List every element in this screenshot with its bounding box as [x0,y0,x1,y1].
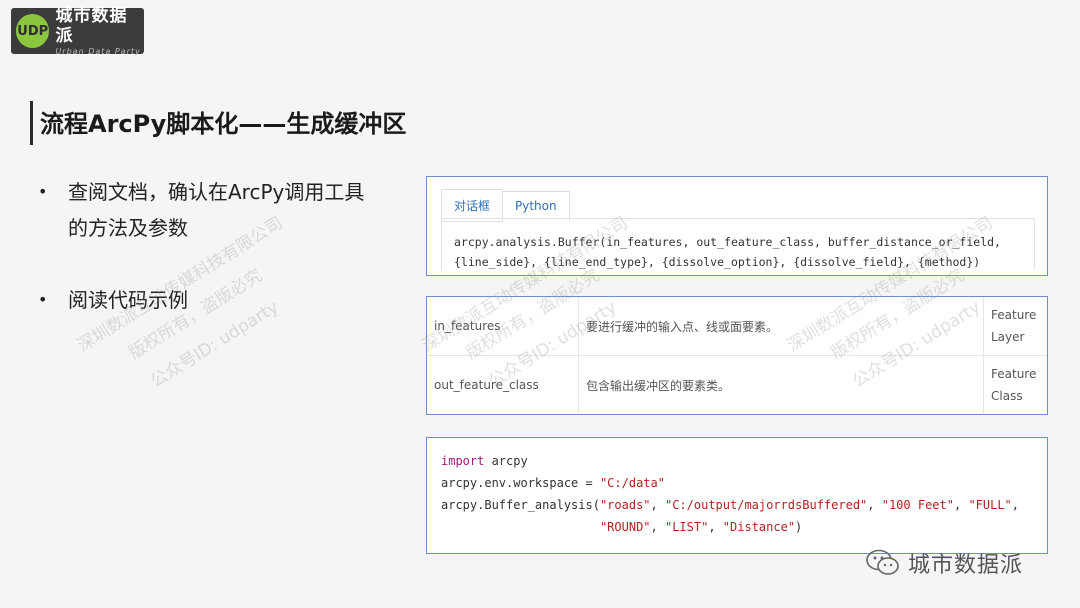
bullet-text-line: 查阅文档，确认在ArcPy调用工具 [68,180,365,204]
wechat-icon [866,549,900,577]
code-sample-panel: import arcpy arcpy.env.workspace = "C:/d… [426,437,1048,554]
code-string: "100 Feet" [881,498,954,512]
logo-name-en: Urban Data Party [55,46,141,56]
code-sep: , [1011,498,1027,512]
table-row: in_features 要进行缓冲的输入点、线或面要素。 Feature Laye… [427,297,1047,356]
code-string: "roads" [599,498,651,512]
logo-text: 城市数据派 Urban Data Party [55,6,144,57]
udp-logo: UDP 城市数据派 Urban Data Party [11,6,144,57]
tab-python[interactable]: Python [502,191,570,221]
bullet-text-line: 的方法及参数 [68,216,188,240]
bullet-item-docs: • 查阅文档，确认在ArcPy调用工具 的方法及参数 [38,174,364,246]
bullet-dot: • [38,290,48,309]
code-string: "C:/output/majorrdsBuffered" [664,498,868,512]
code-keyword: import [441,454,485,468]
signature-line: {line_side}, {line_end_type}, {dissolve_… [454,255,981,269]
syntax-signature: arcpy.analysis.Buffer(in_features, out_f… [441,218,1035,270]
param-description: 要进行缓冲的输入点、线或面要素。 [579,297,984,355]
code-sep: , [867,498,882,512]
code-string: "LIST" [664,520,709,534]
footer-text: 城市数据派 [908,553,1024,578]
bullet-item-code: • 阅读代码示例 [38,282,188,318]
param-name: in_features [427,297,579,355]
param-type: Feature Class [984,356,1047,414]
code-string: "ROUND" [599,520,651,534]
slide-title: 流程ArcPy脚本化——生成缓冲区 [40,110,407,138]
code-string: "FULL" [968,498,1012,512]
code-sep: , [708,520,723,534]
code-sep: , [953,498,969,512]
param-type-line: Class [991,389,1023,403]
signature-line: arcpy.analysis.Buffer(in_features, out_f… [454,235,1001,249]
code-text: arcpy.Buffer_analysis( [441,498,600,512]
doc-syntax-panel: 对话框 Python arcpy.analysis.Buffer(in_featu… [426,176,1048,276]
bullet-dot: • [38,182,48,201]
bullet-text-line: 阅读代码示例 [68,288,188,312]
code-sep: , [650,498,665,512]
code-text: arcpy.env.workspace = [441,476,600,490]
parameter-table: in_features 要进行缓冲的输入点、线或面要素。 Feature Laye… [426,296,1048,415]
code-string: "Distance" [722,520,796,534]
footer-signature: 城市数据派 [866,547,1023,579]
code-close: ) [795,520,803,534]
logo-name-cn: 城市数据派 [55,5,128,46]
param-type-line: Feature [991,308,1037,322]
param-type-line: Layer [991,330,1025,344]
logo-mark: UDP [16,14,50,48]
param-name: out_feature_class [427,356,579,414]
code-text: arcpy [484,454,528,468]
doc-tabs: 对话框 Python [441,189,570,222]
param-type-line: Feature [991,367,1037,381]
param-type: Feature Layer [984,297,1047,355]
code-string: "C:/data" [599,476,665,490]
code-sep: , [650,520,665,534]
param-description: 包含输出缓冲区的要素类。 [579,356,984,414]
table-row: out_feature_class 包含输出缓冲区的要素类。 Feature Cl… [427,356,1047,414]
title-accent-bar [30,101,33,145]
